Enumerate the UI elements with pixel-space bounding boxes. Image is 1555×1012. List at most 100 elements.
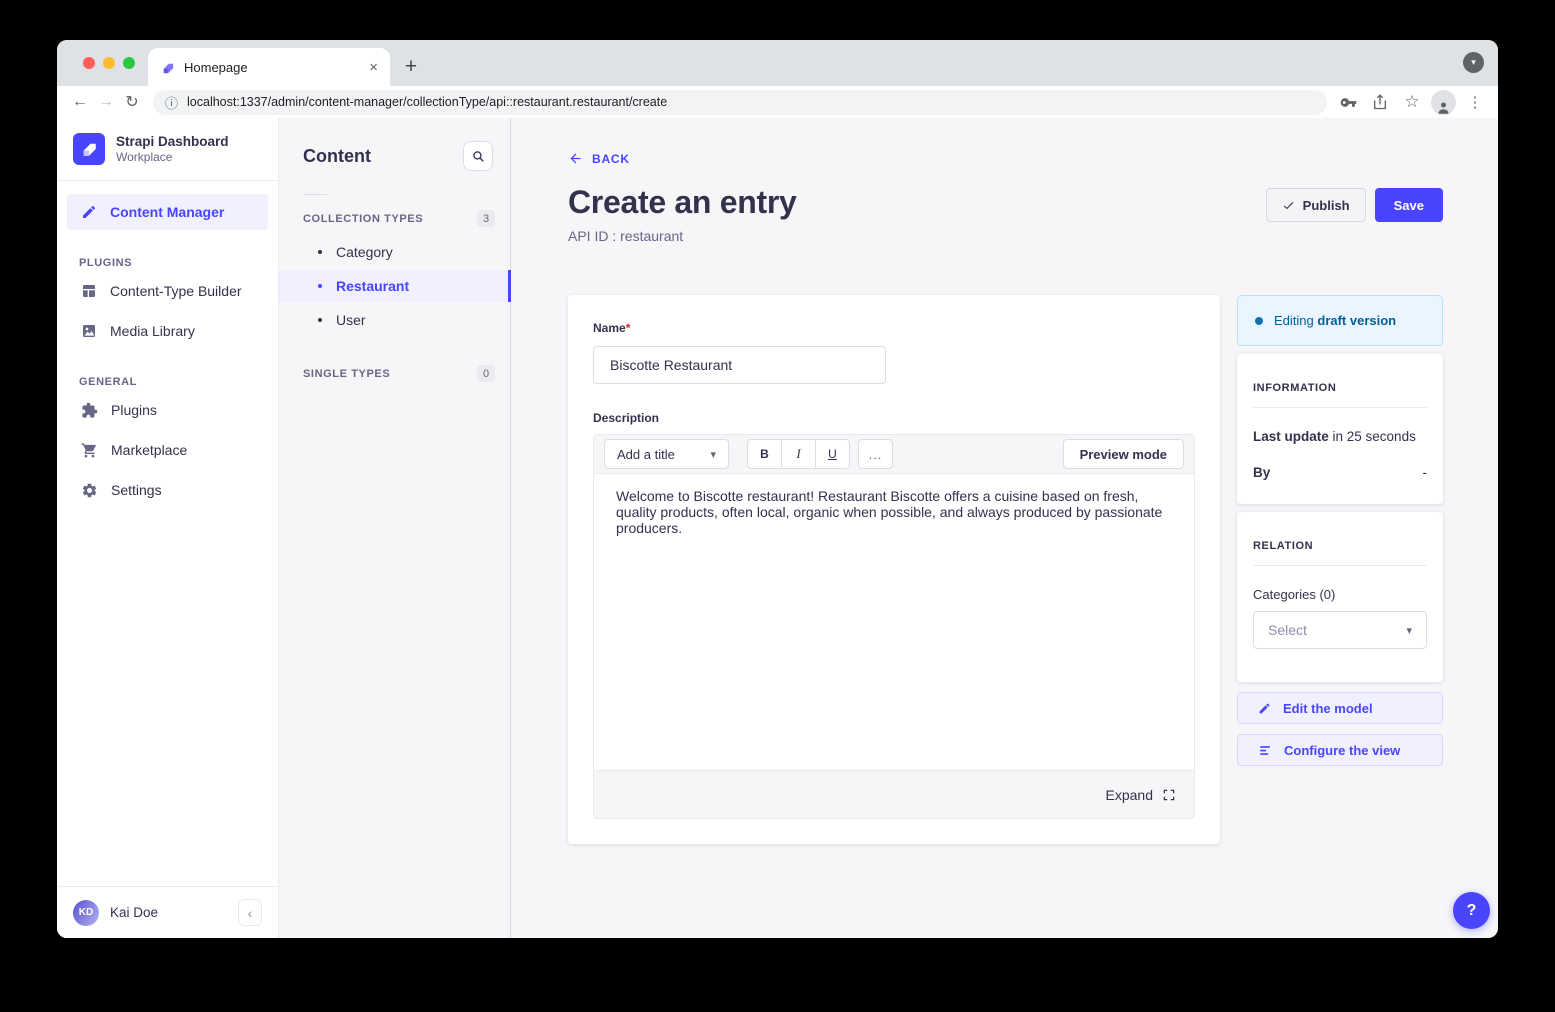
image-icon [81,323,97,339]
publish-button[interactable]: Publish [1266,188,1366,222]
bookmark-star-icon[interactable]: ☆ [1399,89,1425,115]
puzzle-icon [81,402,98,419]
information-title: INFORMATION [1253,382,1427,394]
name-field-label: Name* [593,321,630,335]
bold-button[interactable]: B [747,439,782,469]
by-row: By- [1253,465,1427,480]
content-subnav: Content COLLECTION TYPES 3 Category Rest… [279,118,511,938]
browser-reload-button[interactable]: ↻ [119,92,145,112]
address-bar[interactable]: ⓘ localhost:1337/admin/content-manager/c… [153,90,1327,115]
browser-back-button[interactable]: ← [67,93,93,111]
description-textarea[interactable]: Welcome to Biscotte restaurant! Restaura… [594,474,1194,770]
sidebar-user-row: KD Kai Doe ‹ [57,886,278,938]
expand-label[interactable]: Expand [1106,787,1153,803]
subnav-item-category[interactable]: Category [279,236,510,268]
check-icon [1282,199,1295,212]
caret-down-icon: ▾ [1406,624,1412,637]
collection-types-label: COLLECTION TYPES [303,213,423,225]
subnav-item-user[interactable]: User [279,304,510,336]
configure-view-button[interactable]: Configure the view [1237,734,1443,766]
relation-panel: RELATION Categories (0) Select ▾ [1237,512,1443,682]
strapi-app: Strapi Dashboard Workplace Content Manag… [57,118,1498,938]
sidebar-item-plugins[interactable]: Plugins [67,392,268,428]
share-icon[interactable] [1367,89,1393,115]
bullet-icon [318,318,322,322]
browser-menu-icon[interactable]: ⋮ [1462,89,1488,115]
search-icon [472,150,485,163]
single-types-label: SINGLE TYPES [303,368,390,380]
tab-close-icon[interactable]: × [369,60,378,75]
help-button[interactable]: ? [1453,892,1490,929]
browser-toolbar-actions: ☆ ⋮ [1335,89,1488,115]
page-title: Create an entry [568,184,797,221]
sidebar-item-media-library[interactable]: Media Library [67,313,268,349]
sidebar-section-general: GENERAL [79,376,278,388]
page-info-icon[interactable]: ⓘ [165,93,178,112]
save-button[interactable]: Save [1375,188,1443,222]
tab-title: Homepage [184,60,360,75]
sidebar-item-content-manager[interactable]: Content Manager [67,194,268,230]
sidebar-item-label: Media Library [110,323,195,339]
api-id-subtitle: API ID : restaurant [568,228,797,244]
subnav-divider [303,194,327,195]
strapi-favicon-icon [160,60,175,75]
subnav-title: Content [303,146,371,167]
sidebar-item-settings[interactable]: Settings [67,472,268,508]
new-tab-button[interactable]: + [396,52,426,82]
back-label: BACK [592,152,630,166]
collection-types-count-badge: 3 [477,210,495,227]
preview-mode-button[interactable]: Preview mode [1063,439,1184,469]
categories-select[interactable]: Select ▾ [1253,611,1427,649]
browser-update-icon[interactable]: ▾ [1463,52,1484,73]
bullet-icon [318,250,322,254]
sidebar-item-marketplace[interactable]: Marketplace [67,432,268,468]
browser-tab-strip: Homepage × + ▾ [57,40,1498,86]
pen-icon [81,204,97,220]
sidebar-item-content-type-builder[interactable]: Content-Type Builder [67,273,268,309]
window-close-button[interactable] [83,57,95,69]
password-key-icon[interactable] [1335,89,1361,115]
editor-footer: Expand [594,770,1194,818]
workspace-title: Strapi Dashboard [116,134,229,151]
more-formatting-button[interactable]: ... [858,439,893,469]
single-types-count-badge: 0 [477,365,495,382]
back-link[interactable]: BACK [568,151,630,166]
main-sidebar: Strapi Dashboard Workplace Content Manag… [57,118,279,938]
subnav-item-label: Category [336,244,393,260]
subnav-item-restaurant[interactable]: Restaurant [279,270,510,302]
italic-button[interactable]: I [781,439,816,469]
window-minimize-button[interactable] [103,57,115,69]
subnav-item-label: Restaurant [336,278,409,294]
browser-profile-avatar[interactable] [1431,90,1456,115]
browser-toolbar: ← → ↻ ⓘ localhost:1337/admin/content-man… [57,86,1498,118]
draft-dot-icon [1255,317,1263,325]
name-input[interactable] [593,346,886,384]
strapi-logo-icon [73,133,105,165]
caret-down-icon: ▾ [710,448,716,461]
underline-button[interactable]: U [815,439,850,469]
sidebar-section-plugins: PLUGINS [79,257,278,269]
window-controls [83,57,135,69]
required-asterisk: * [626,321,631,335]
title-dropdown[interactable]: Add a title ▾ [604,439,729,469]
expand-icon[interactable] [1162,788,1176,802]
browser-forward-button[interactable]: → [93,93,119,111]
information-panel: INFORMATION Last update in 25 seconds By… [1237,354,1443,504]
cart-icon [81,442,98,459]
edit-model-button[interactable]: Edit the model [1237,692,1443,724]
search-button[interactable] [463,141,493,171]
workspace-brand[interactable]: Strapi Dashboard Workplace [57,118,278,181]
back-arrow-icon [568,151,583,166]
browser-tab[interactable]: Homepage × [148,48,390,86]
configure-list-icon [1258,744,1272,757]
gear-icon [81,482,98,499]
window-maximize-button[interactable] [123,57,135,69]
last-update-row: Last update in 25 seconds [1253,429,1427,444]
sidebar-item-label: Content-Type Builder [110,283,242,299]
layout-grid-icon [81,283,97,299]
sidebar-collapse-button[interactable]: ‹ [238,899,262,926]
workspace-subtitle: Workplace [116,150,229,164]
sidebar-item-label: Content Manager [110,204,224,220]
bullet-icon [318,284,322,288]
draft-status-banner: Editing draft version [1237,295,1443,346]
